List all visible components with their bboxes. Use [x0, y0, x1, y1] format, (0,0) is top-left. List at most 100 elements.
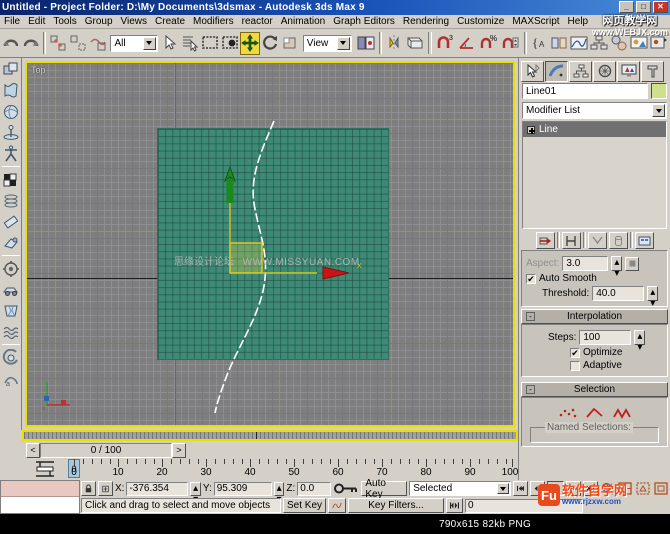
- prev-frame-button[interactable]: <: [26, 443, 40, 458]
- key-filters-button[interactable]: Key Filters...: [348, 498, 444, 513]
- reference-coordinate-system-combo[interactable]: View: [303, 35, 352, 52]
- tab-create[interactable]: [521, 61, 544, 82]
- spring-icon[interactable]: [1, 190, 21, 211]
- chevron-down-icon[interactable]: [143, 37, 156, 50]
- maximize-button[interactable]: □: [636, 1, 651, 13]
- menu-item-file[interactable]: File: [0, 15, 24, 28]
- key-mode-button[interactable]: [446, 498, 463, 513]
- create-animation-icon[interactable]: a: [1, 368, 21, 389]
- zoom-region-icon[interactable]: [653, 482, 669, 495]
- steps-spinner[interactable]: ▴▾: [634, 330, 645, 345]
- zoom-extents-icon[interactable]: [635, 482, 651, 495]
- parameter-curve-editor-icon[interactable]: [328, 498, 346, 513]
- menu-item-help[interactable]: Help: [564, 15, 593, 28]
- timeline-ruler[interactable]: 0 0 10 20 30 40 50 60 70 80 90 100: [22, 459, 518, 480]
- modifier-stack[interactable]: Line: [522, 121, 667, 229]
- modifier-stack-item[interactable]: Line: [523, 122, 666, 137]
- key-mode-toggle-icon[interactable]: [333, 482, 359, 495]
- selection-rollout-header[interactable]: - Selection: [521, 382, 668, 397]
- menu-item-rendering[interactable]: Rendering: [399, 15, 453, 28]
- chevron-down-icon[interactable]: [497, 483, 509, 494]
- quick-render-icon[interactable]: [649, 32, 669, 55]
- selection-lock-icon[interactable]: [81, 481, 96, 496]
- play-animation-button[interactable]: [547, 481, 564, 496]
- menu-item-animation[interactable]: Animation: [277, 15, 329, 28]
- plane-icon[interactable]: [1, 169, 21, 190]
- chevron-down-icon[interactable]: [337, 37, 350, 50]
- set-key-button[interactable]: Set Key: [283, 498, 326, 513]
- aspect-lock-icon[interactable]: [625, 257, 639, 271]
- optimize-checkbox[interactable]: ✔: [570, 348, 580, 358]
- menu-item-views[interactable]: Views: [117, 15, 152, 28]
- redo-icon[interactable]: [21, 32, 41, 55]
- collapse-minus-icon[interactable]: -: [526, 385, 535, 394]
- dashpot-icon[interactable]: [1, 211, 21, 232]
- motor-icon[interactable]: [1, 232, 21, 253]
- aspect-field[interactable]: 3.0: [562, 256, 608, 271]
- toy-car-icon[interactable]: [1, 279, 21, 300]
- x-field[interactable]: -376.354: [126, 482, 188, 496]
- object-color-swatch[interactable]: [651, 83, 667, 99]
- unlink-selection-icon[interactable]: [68, 32, 88, 55]
- wind-icon[interactable]: [1, 258, 21, 279]
- fracture-icon[interactable]: [1, 300, 21, 321]
- tab-utilities[interactable]: [641, 61, 664, 82]
- modifier-list-combo[interactable]: Modifier List: [522, 102, 667, 119]
- rope-collection-icon[interactable]: [1, 122, 21, 143]
- select-and-move-icon[interactable]: [240, 32, 260, 55]
- snaps-toggle-icon[interactable]: 3: [434, 32, 456, 55]
- tab-motion[interactable]: [593, 61, 616, 82]
- steps-field[interactable]: 100: [579, 330, 631, 345]
- schematic-view-icon[interactable]: [589, 32, 609, 55]
- pin-stack-icon[interactable]: [536, 232, 555, 249]
- menu-item-edit[interactable]: Edit: [24, 15, 49, 28]
- select-object-icon[interactable]: [160, 32, 180, 55]
- maxscript-mini-listener[interactable]: [0, 480, 80, 514]
- vertex-sub-object-icon[interactable]: [557, 405, 578, 421]
- previous-frame-button[interactable]: [530, 481, 545, 496]
- chevron-down-icon[interactable]: [652, 104, 665, 117]
- menu-item-modifiers[interactable]: Modifiers: [189, 15, 238, 28]
- minimize-button[interactable]: _: [619, 1, 634, 13]
- soft-body-collection-icon[interactable]: [1, 101, 21, 122]
- menu-item-group[interactable]: Group: [81, 15, 117, 28]
- auto-smooth-checkbox[interactable]: ✔: [526, 274, 536, 284]
- select-and-link-icon[interactable]: [48, 32, 68, 55]
- goto-end-button[interactable]: [583, 481, 598, 496]
- remove-modifier-icon[interactable]: [609, 232, 628, 249]
- window-crossing-toggle-icon[interactable]: [220, 32, 240, 55]
- move-gizmo[interactable]: X: [27, 63, 515, 427]
- zoom-all-icon[interactable]: [617, 482, 633, 495]
- adaptive-checkbox[interactable]: [570, 361, 580, 371]
- segment-sub-object-icon[interactable]: [584, 405, 605, 421]
- spinner-snap-toggle-icon[interactable]: [500, 32, 522, 55]
- show-end-result-icon[interactable]: [562, 232, 581, 249]
- rigid-body-collection-icon[interactable]: [1, 59, 21, 80]
- rectangular-selection-region-icon[interactable]: [200, 32, 220, 55]
- menu-item-customize[interactable]: Customize: [453, 15, 508, 28]
- zoom-icon[interactable]: [600, 482, 616, 495]
- spline-sub-object-icon[interactable]: [611, 405, 632, 421]
- auto-key-button[interactable]: Auto Key: [361, 481, 407, 496]
- y-spinner[interactable]: ▴▾: [274, 482, 284, 496]
- current-frame-field[interactable]: 0: [465, 499, 583, 513]
- mirror-icon[interactable]: [384, 32, 404, 55]
- bind-to-space-warp-icon[interactable]: [88, 32, 108, 55]
- menu-item-reactor[interactable]: reactor: [238, 15, 277, 28]
- goto-start-button[interactable]: [513, 481, 528, 496]
- angle-snap-toggle-icon[interactable]: [456, 32, 478, 55]
- menu-item-graph-editors[interactable]: Graph Editors: [329, 15, 399, 28]
- named-selection-sets-icon[interactable]: {A: [529, 32, 549, 55]
- menu-item-tools[interactable]: Tools: [49, 15, 80, 28]
- make-unique-icon[interactable]: [588, 232, 607, 249]
- cloth-collection-icon[interactable]: [1, 80, 21, 101]
- menu-item-create[interactable]: Create: [151, 15, 189, 28]
- current-frame-display[interactable]: 0 / 100: [40, 443, 172, 458]
- x-spinner[interactable]: ▴▾: [190, 482, 200, 496]
- next-frame-button[interactable]: >: [172, 443, 186, 458]
- select-and-rotate-icon[interactable]: [260, 32, 280, 55]
- menu-item-maxscript[interactable]: MAXScript: [508, 15, 563, 28]
- collapse-minus-icon[interactable]: -: [526, 312, 535, 321]
- track-bar[interactable]: [22, 430, 518, 441]
- configure-modifier-sets-icon[interactable]: [635, 232, 654, 249]
